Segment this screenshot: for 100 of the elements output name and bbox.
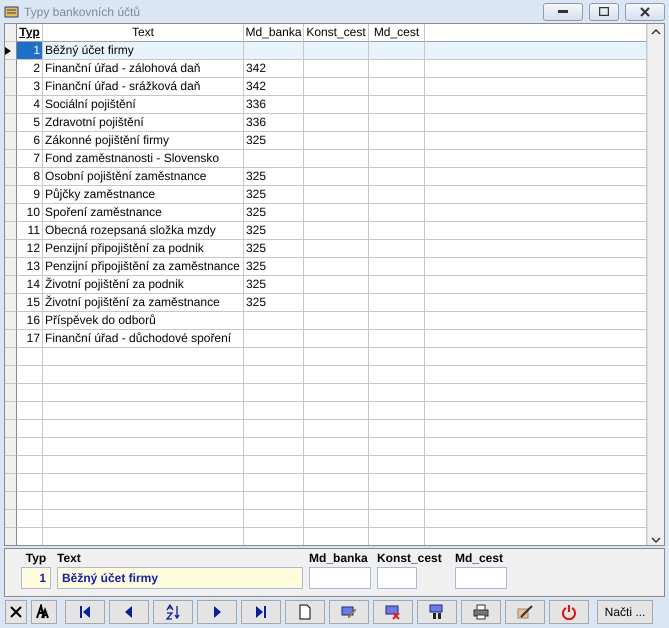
table-cell [304, 60, 369, 78]
table-cell: 336 [244, 114, 304, 132]
sort-icon [165, 604, 181, 620]
table-cell: Příspěvek do odborů [43, 312, 244, 330]
table-cell: Spoření zaměstnance [43, 204, 244, 222]
table-cell [304, 132, 369, 150]
input-field[interactable]: Běžný účet firmy [57, 567, 303, 590]
table-cell [304, 474, 369, 492]
table-cell [369, 510, 425, 528]
edit-record-icon [341, 604, 357, 620]
table-cell [369, 240, 425, 258]
print-button[interactable] [461, 600, 501, 624]
table-cell [369, 420, 425, 438]
table-cell [17, 492, 43, 510]
table-cell [369, 474, 425, 492]
delete-button[interactable] [373, 600, 413, 624]
field-label: Typ [24, 551, 48, 568]
table-cell: 9 [17, 186, 43, 204]
table-cell: 3 [17, 78, 43, 96]
input-field[interactable]: 1 [21, 567, 51, 590]
table-cell [369, 114, 425, 132]
field-label: Konst_cest [377, 551, 443, 568]
scrollbar[interactable] [647, 24, 664, 546]
table-cell [304, 42, 369, 60]
table-cell [369, 150, 425, 168]
last-record-button[interactable] [241, 600, 281, 624]
maximize-icon [599, 7, 609, 16]
tools-button[interactable] [505, 600, 545, 624]
table-cell [244, 492, 304, 510]
previous-button[interactable] [109, 600, 149, 624]
table-cell [244, 456, 304, 474]
table-cell [304, 420, 369, 438]
table-cell [369, 132, 425, 150]
table-cell [304, 78, 369, 96]
table-cell [304, 96, 369, 114]
new-document-icon [297, 604, 313, 620]
table-cell [244, 42, 304, 60]
field-label: Md_cest [455, 551, 504, 568]
last-record-icon [253, 604, 269, 620]
table-cell: 13 [17, 258, 43, 276]
table-cell [369, 330, 425, 348]
close-button[interactable] [625, 2, 665, 21]
table-cell: Fond zaměstnanosti - Slovensko [43, 150, 244, 168]
table-cell [304, 114, 369, 132]
input-field[interactable] [309, 567, 371, 590]
table-cell [369, 492, 425, 510]
table-cell [17, 402, 43, 420]
table-cell [17, 456, 43, 474]
load-button[interactable]: Načti ... [597, 600, 653, 624]
table-cell [244, 384, 304, 402]
sort-button[interactable] [153, 600, 193, 624]
table-cell: Finanční úřad - srážková daň [43, 78, 244, 96]
table-cell: 325 [244, 186, 304, 204]
table-cell [369, 168, 425, 186]
cancel-button[interactable] [5, 600, 27, 624]
find-button[interactable] [417, 600, 457, 624]
edit-button[interactable] [329, 600, 369, 624]
table-cell [304, 348, 369, 366]
table-cell [369, 276, 425, 294]
table-cell [244, 366, 304, 384]
table-cell: 325 [244, 276, 304, 294]
table-cell: 6 [17, 132, 43, 150]
table-cell [304, 186, 369, 204]
table-cell [244, 510, 304, 528]
table-cell [244, 474, 304, 492]
scroll-down-icon[interactable] [651, 535, 661, 546]
table-cell [369, 312, 425, 330]
field-label: Text [57, 551, 82, 568]
table-cell: 17 [17, 330, 43, 348]
table-cell: Obecná rozepsaná složka mzdy [43, 222, 244, 240]
table-cell [304, 438, 369, 456]
table-cell [304, 276, 369, 294]
minimize-button[interactable] [543, 2, 583, 21]
table-cell [304, 204, 369, 222]
table-cell: 11 [17, 222, 43, 240]
table-cell: Osobní pojištění zaměstnance [43, 168, 244, 186]
row-header[interactable] [5, 42, 17, 60]
input-field[interactable] [377, 567, 417, 590]
table-cell: 8 [17, 168, 43, 186]
table-cell [244, 348, 304, 366]
table-cell [304, 168, 369, 186]
table-cell [304, 330, 369, 348]
table-cell [304, 294, 369, 312]
table-cell: Životní pojištění za zaměstnance [43, 294, 244, 312]
table-cell [369, 42, 425, 60]
table-cell [17, 510, 43, 528]
input-field[interactable] [455, 567, 507, 590]
new-button[interactable] [285, 600, 325, 624]
table-cell: 342 [244, 60, 304, 78]
first-record-icon [77, 604, 93, 620]
exit-button[interactable] [549, 600, 589, 624]
table-cell [369, 186, 425, 204]
next-button[interactable] [197, 600, 237, 624]
maximize-button[interactable] [589, 2, 619, 21]
table-cell: Půjčky zaměstnance [43, 186, 244, 204]
table-cell [369, 60, 425, 78]
first-record-button[interactable] [65, 600, 105, 624]
table-cell [244, 150, 304, 168]
close-icon [640, 6, 650, 17]
font-button[interactable] [31, 600, 57, 624]
